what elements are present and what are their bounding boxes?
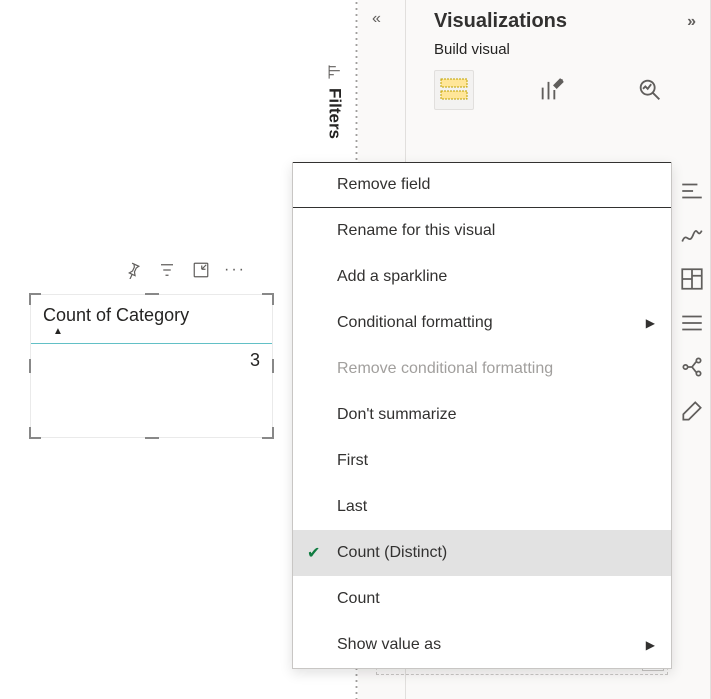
- filter-icon[interactable]: [157, 260, 177, 280]
- stacked-bar-icon[interactable]: [679, 178, 707, 206]
- build-visual-label: Build visual: [406, 37, 710, 64]
- more-options-icon[interactable]: ···: [225, 260, 245, 280]
- treemap-icon[interactable]: [679, 266, 707, 294]
- viz-tab-row: [406, 64, 710, 120]
- analytics-tab-icon[interactable]: [630, 70, 670, 110]
- resize-handle[interactable]: [29, 359, 31, 373]
- resize-handle[interactable]: [145, 293, 159, 295]
- resize-handle[interactable]: [145, 437, 159, 439]
- filters-label: Filters: [324, 64, 344, 139]
- menu-conditional-formatting[interactable]: Conditional formatting▶: [293, 300, 671, 346]
- resize-handle[interactable]: [272, 359, 274, 373]
- visual-column-header[interactable]: Count of Category ▲: [31, 295, 272, 344]
- menu-add-sparkline[interactable]: Add a sparkline: [293, 254, 671, 300]
- chevron-right-icon: ▶: [646, 638, 655, 652]
- eraser-icon[interactable]: [679, 398, 707, 426]
- chevron-right-icon: ▶: [646, 316, 655, 330]
- visual-floating-toolbar: ···: [123, 260, 245, 280]
- menu-first[interactable]: First: [293, 438, 671, 484]
- resize-handle[interactable]: [262, 427, 274, 439]
- expand-icon[interactable]: »: [687, 13, 696, 31]
- menu-show-value-as[interactable]: Show value as▶: [293, 622, 671, 668]
- menu-remove-conditional-formatting: Remove conditional formatting: [293, 346, 671, 392]
- collapse-icon[interactable]: «: [372, 10, 381, 28]
- resize-handle[interactable]: [262, 293, 274, 305]
- focus-mode-icon[interactable]: [191, 260, 211, 280]
- ribbon-icon[interactable]: [679, 222, 707, 250]
- format-tab-icon[interactable]: [532, 70, 572, 110]
- decomposition-icon[interactable]: [679, 354, 707, 382]
- matrix-icon[interactable]: [679, 310, 707, 338]
- resize-handle[interactable]: [29, 293, 41, 305]
- card-visual[interactable]: Count of Category ▲ 3: [30, 294, 273, 438]
- menu-count-distinct[interactable]: ✔ Count (Distinct): [293, 530, 671, 576]
- check-icon: ✔: [307, 543, 320, 563]
- visualizations-title: Visualizations: [434, 10, 567, 33]
- menu-last[interactable]: Last: [293, 484, 671, 530]
- field-context-menu: Remove field Rename for this visual Add …: [292, 162, 672, 669]
- menu-count[interactable]: Count: [293, 576, 671, 622]
- menu-rename[interactable]: Rename for this visual: [293, 208, 671, 254]
- sort-asc-icon: ▲: [53, 326, 260, 337]
- visual-cell-value: 3: [31, 344, 272, 377]
- chart-icon: [326, 64, 342, 80]
- column-header-label: Count of Category: [43, 305, 189, 325]
- menu-remove-field[interactable]: Remove field: [293, 162, 671, 208]
- resize-handle[interactable]: [29, 427, 41, 439]
- pin-icon[interactable]: [123, 260, 143, 280]
- build-tab-icon[interactable]: [434, 70, 474, 110]
- menu-dont-summarize[interactable]: Don't summarize: [293, 392, 671, 438]
- viz-type-strip: [676, 178, 710, 426]
